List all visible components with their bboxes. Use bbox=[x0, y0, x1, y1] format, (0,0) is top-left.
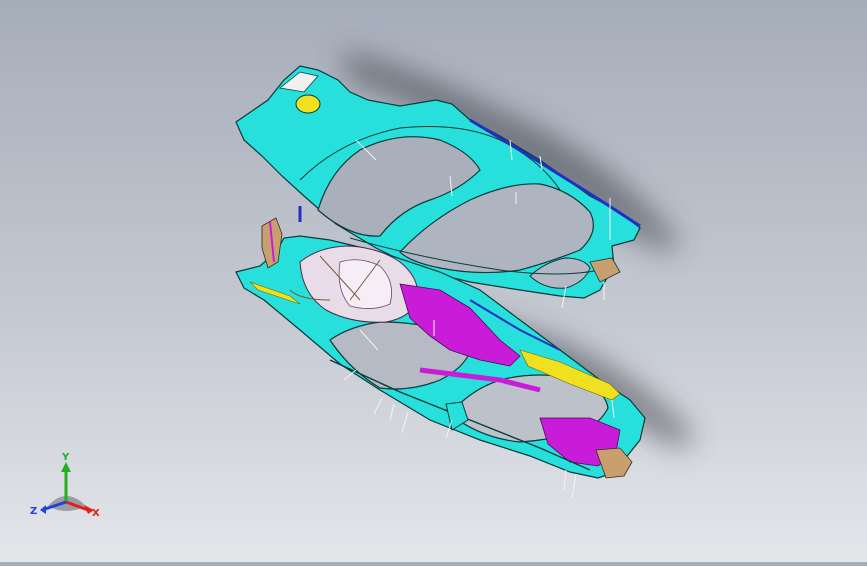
y-axis-label: Y bbox=[61, 452, 70, 463]
view-orientation-triad[interactable]: Y X Z bbox=[28, 448, 104, 520]
triad-graphic: Y X Z bbox=[30, 452, 100, 519]
z-axis-arrow bbox=[40, 505, 46, 514]
yellow-hole bbox=[295, 94, 321, 114]
3d-viewport[interactable] bbox=[0, 0, 867, 562]
x-axis-label: X bbox=[92, 508, 100, 519]
y-axis-arrow bbox=[61, 462, 71, 472]
z-axis-label: Z bbox=[30, 506, 37, 517]
cad-model-canvas[interactable] bbox=[0, 0, 867, 562]
